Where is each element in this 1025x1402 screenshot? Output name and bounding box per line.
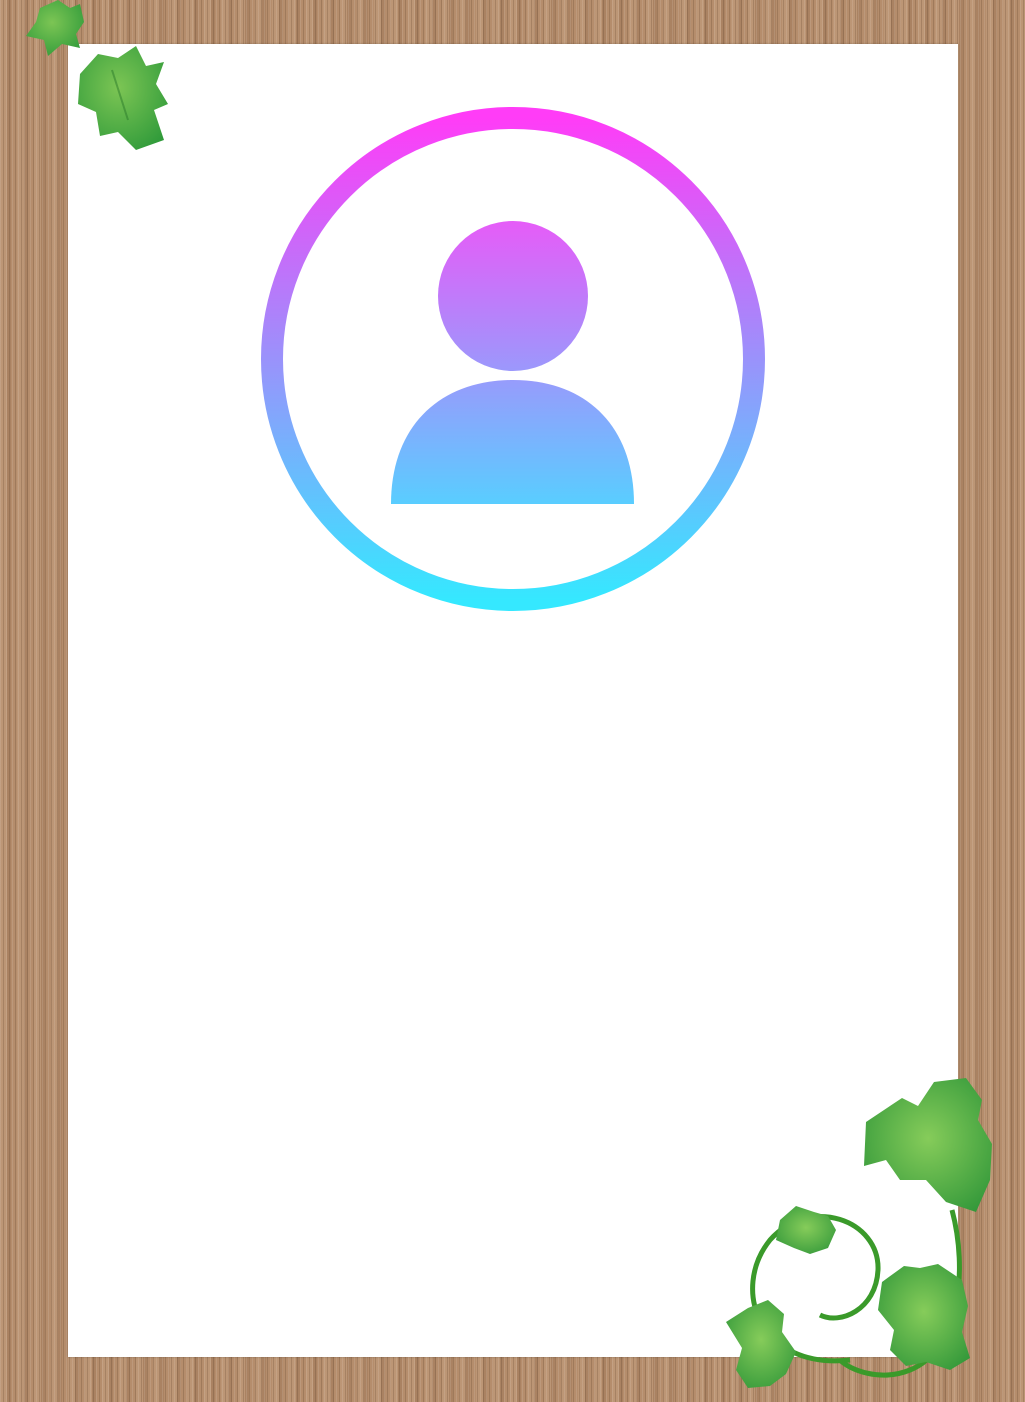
ivy-vine-icon (720, 1070, 1010, 1402)
avatar-head (438, 221, 588, 371)
avatar-body (391, 380, 634, 504)
ivy-leaves-icon (18, 0, 178, 160)
wooden-frame (0, 0, 1025, 1402)
user-avatar-icon (260, 106, 766, 612)
